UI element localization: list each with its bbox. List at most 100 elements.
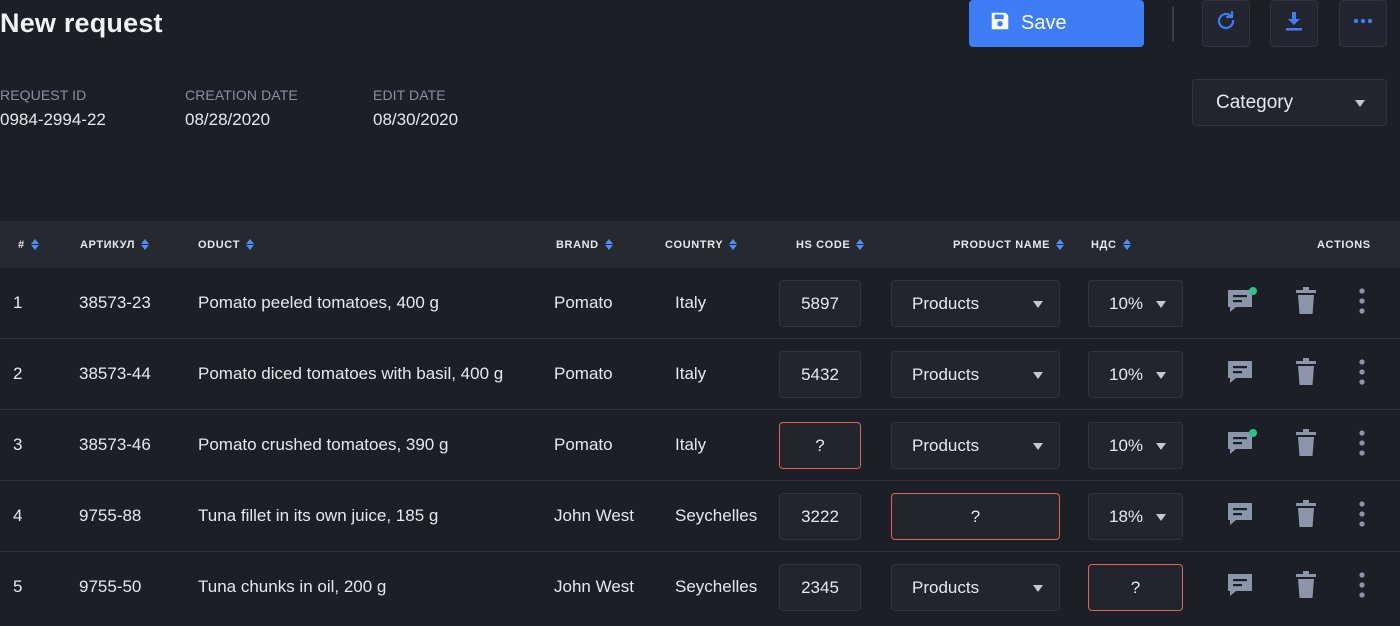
row-country: Italy <box>675 435 707 454</box>
more-vertical-icon <box>1358 500 1366 532</box>
more-options-button[interactable] <box>1339 0 1387 47</box>
more-vertical-icon <box>1358 358 1366 390</box>
delete-button[interactable] <box>1291 339 1321 409</box>
table-row: 2 38573-44 Pomato diced tomatoes with ba… <box>0 339 1400 410</box>
comment-button[interactable] <box>1222 339 1258 409</box>
request-id-label: REQUEST ID <box>0 87 87 103</box>
trash-icon <box>1294 428 1318 462</box>
vat-select[interactable]: ? <box>1088 564 1183 611</box>
column-header-vat[interactable]: НДС <box>1091 221 1131 268</box>
category-select[interactable]: Category <box>1192 79 1387 126</box>
save-button-label: Save <box>1021 12 1067 34</box>
download-button[interactable] <box>1270 0 1318 47</box>
row-number: 1 <box>13 293 23 312</box>
table-row: 3 38573-46 Pomato crushed tomatoes, 390 … <box>0 410 1400 481</box>
delete-button[interactable] <box>1291 268 1321 338</box>
row-product: Tuna chunks in oil, 200 g <box>198 577 387 596</box>
column-header-product-name[interactable]: PRODUCT NAME <box>953 221 1065 268</box>
row-country: Italy <box>675 293 707 312</box>
product-name-select[interactable]: ? <box>891 493 1060 540</box>
save-button[interactable]: Save <box>969 0 1144 47</box>
row-product: Tuna fillet in its own juice, 185 g <box>198 506 439 525</box>
table-header: # АРТИКУЛ ODUCT BRAND COUNTRY HS CODE PR… <box>0 221 1400 268</box>
edit-date-block: EDIT DATE 08/30/2020 <box>373 87 458 130</box>
delete-button[interactable] <box>1291 410 1321 480</box>
sort-icon <box>1122 239 1131 250</box>
product-name-select[interactable]: Products <box>891 564 1060 611</box>
edit-date-label: EDIT DATE <box>373 87 446 103</box>
sort-icon <box>1056 239 1065 250</box>
column-header-num[interactable]: # <box>18 221 39 268</box>
row-menu-button[interactable] <box>1352 481 1372 551</box>
edit-date-value: 08/30/2020 <box>373 110 459 129</box>
column-header-country[interactable]: COUNTRY <box>665 221 738 268</box>
chevron-down-icon <box>1156 372 1166 379</box>
request-page: New request Save REQUEST ID 0984-2994-22… <box>0 0 1400 626</box>
trash-icon <box>1294 570 1318 604</box>
hs-code-input[interactable]: 3222 <box>779 493 861 540</box>
row-number: 4 <box>13 506 23 525</box>
row-brand: Pomato <box>554 435 613 454</box>
more-vertical-icon <box>1358 287 1366 319</box>
product-name-select[interactable]: Products <box>891 351 1060 398</box>
product-name-select[interactable]: Products <box>891 422 1060 469</box>
refresh-button[interactable] <box>1202 0 1250 47</box>
row-brand: Pomato <box>554 364 613 383</box>
comment-button[interactable] <box>1222 410 1258 480</box>
more-vertical-icon <box>1358 571 1366 603</box>
trash-icon <box>1294 357 1318 391</box>
comment-button[interactable] <box>1222 268 1258 338</box>
table-row: 5 9755-50 Tuna chunks in oil, 200 g John… <box>0 552 1400 623</box>
comment-button[interactable] <box>1222 552 1258 622</box>
hs-code-input[interactable]: ? <box>779 422 861 469</box>
column-header-product[interactable]: ODUCT <box>198 221 255 268</box>
table-row: 1 38573-23 Pomato peeled tomatoes, 400 g… <box>0 268 1400 339</box>
vat-select[interactable]: 18% <box>1088 493 1183 540</box>
row-menu-button[interactable] <box>1352 552 1372 622</box>
comment-icon <box>1225 570 1255 605</box>
more-vertical-icon <box>1358 429 1366 461</box>
row-number: 3 <box>13 435 23 454</box>
vat-select[interactable]: 10% <box>1088 422 1183 469</box>
unread-indicator <box>1249 287 1257 295</box>
sort-icon <box>30 239 39 250</box>
comment-icon <box>1225 357 1255 392</box>
delete-button[interactable] <box>1291 481 1321 551</box>
creation-date-label: CREATION DATE <box>185 87 298 103</box>
trash-icon <box>1294 286 1318 320</box>
row-article: 38573-44 <box>79 364 151 383</box>
delete-button[interactable] <box>1291 552 1321 622</box>
row-product: Pomato peeled tomatoes, 400 g <box>198 293 439 312</box>
row-country: Seychelles <box>675 506 758 525</box>
request-id-block: REQUEST ID 0984-2994-22 <box>0 87 106 130</box>
row-article: 38573-46 <box>79 435 151 454</box>
column-header-brand[interactable]: BRAND <box>556 221 613 268</box>
hs-code-input[interactable]: 5432 <box>779 351 861 398</box>
row-country: Italy <box>675 364 707 383</box>
hs-code-input[interactable]: 5897 <box>779 280 861 327</box>
chevron-down-icon <box>1156 443 1166 450</box>
row-menu-button[interactable] <box>1352 339 1372 409</box>
product-name-select[interactable]: Products <box>891 280 1060 327</box>
column-header-article[interactable]: АРТИКУЛ <box>80 221 150 268</box>
category-select-value: Category <box>1216 91 1294 113</box>
vat-select[interactable]: 10% <box>1088 351 1183 398</box>
request-id-value: 0984-2994-22 <box>0 110 106 129</box>
row-menu-button[interactable] <box>1352 268 1372 338</box>
chevron-down-icon <box>1033 372 1043 379</box>
row-number: 5 <box>13 577 23 596</box>
row-article: 9755-88 <box>79 506 142 525</box>
column-header-hs-code[interactable]: HS CODE <box>796 221 865 268</box>
table-row: 4 9755-88 Tuna fillet in its own juice, … <box>0 481 1400 552</box>
chevron-down-icon <box>1156 301 1166 308</box>
unread-indicator <box>1249 429 1257 437</box>
comment-button[interactable] <box>1222 481 1258 551</box>
row-brand: John West <box>554 506 635 525</box>
sort-icon <box>856 239 865 250</box>
chevron-down-icon <box>1033 301 1043 308</box>
row-menu-button[interactable] <box>1352 410 1372 480</box>
floppy-disk-icon <box>989 10 1011 38</box>
trash-icon <box>1294 499 1318 533</box>
hs-code-input[interactable]: 2345 <box>779 564 861 611</box>
vat-select[interactable]: 10% <box>1088 280 1183 327</box>
